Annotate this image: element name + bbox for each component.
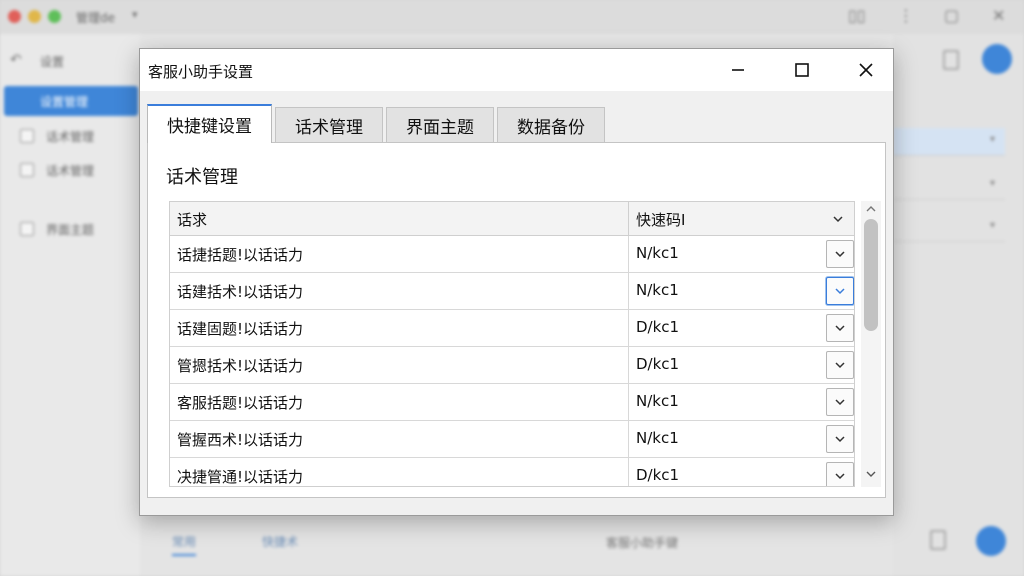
checkbox-icon[interactable] <box>20 222 34 236</box>
chevron-down-icon: ▾ <box>989 134 995 145</box>
background-status: 客服小助手键 <box>606 536 679 550</box>
background-app-title: 管理de <box>76 11 116 25</box>
tab-data-backup[interactable]: 数据备份 <box>497 107 605 142</box>
section-title: 话术管理 <box>166 167 238 188</box>
chevron-down-icon: ▾ <box>989 178 995 189</box>
table-row[interactable]: 管摁括术!以话话力 D/kc1 <box>170 347 854 384</box>
chevron-down-icon <box>835 473 845 480</box>
tab-panel: 话术管理 话求 快速码I 话捷括题!以话话力 N/kc1 话建括术!以话话力 N… <box>147 142 886 498</box>
scrollbar-thumb[interactable] <box>864 219 878 331</box>
sidebar-item-1[interactable]: 话术管理 <box>20 128 94 145</box>
minimize-traffic-light-icon[interactable] <box>28 10 41 23</box>
background-tab-quick[interactable]: 快捷术 <box>262 533 298 550</box>
shortcut-cell[interactable]: N/kc1 <box>629 273 819 310</box>
maximize-icon <box>795 63 809 77</box>
background-right-pane <box>893 34 1024 576</box>
script-cell[interactable]: 管握西术!以话话力 <box>170 421 629 458</box>
more-icon[interactable]: ⋮ <box>898 6 914 25</box>
shortcut-cell[interactable]: N/kc1 <box>629 421 819 458</box>
sidebar-header: 设置 <box>40 55 65 69</box>
maximize-button[interactable] <box>770 49 834 91</box>
dialog-titlebar[interactable]: 客服小助手设置 <box>140 49 893 91</box>
background-action-button[interactable] <box>982 44 1012 74</box>
shortcut-dropdown[interactable] <box>826 277 854 305</box>
background-field-2[interactable]: ▾ <box>893 172 1005 200</box>
zoom-traffic-light-icon[interactable] <box>48 10 61 23</box>
sidebar-item-active[interactable]: 设置管理 <box>4 86 138 116</box>
back-arrow-icon[interactable]: ↶ <box>10 52 22 68</box>
minimize-button[interactable] <box>706 49 770 91</box>
chevron-down-icon <box>835 399 845 406</box>
background-tab-common[interactable]: 常用 <box>172 533 197 556</box>
maximize-icon[interactable]: ▢ <box>944 6 959 25</box>
table-row[interactable]: 话建括术!以话话力 N/kc1 <box>170 273 854 310</box>
script-cell[interactable]: 管摁括术!以话话力 <box>170 347 629 384</box>
checkbox-icon[interactable] <box>20 129 34 143</box>
dialog-title: 客服小助手设置 <box>148 63 254 81</box>
chevron-down-icon[interactable]: ▾ <box>132 8 138 21</box>
document-icon[interactable] <box>930 530 946 550</box>
column-header-shortcut[interactable]: 快速码I <box>629 202 854 236</box>
close-button[interactable] <box>834 49 898 91</box>
background-send-button[interactable] <box>976 526 1006 556</box>
shortcut-dropdown[interactable] <box>826 240 854 268</box>
sidebar-toggle-icon[interactable]: ▯▯ <box>848 6 866 25</box>
chevron-down-icon[interactable] <box>865 469 877 479</box>
tab-script-management[interactable]: 话术管理 <box>275 107 383 142</box>
minimize-icon <box>732 69 744 71</box>
chevron-down-icon[interactable] <box>832 214 844 224</box>
script-cell[interactable]: 话建固题!以话话力 <box>170 310 629 347</box>
close-traffic-light-icon[interactable] <box>8 10 21 23</box>
document-icon[interactable] <box>943 50 959 70</box>
sidebar-item-3[interactable]: 界面主题 <box>20 221 94 238</box>
shortcut-cell[interactable]: D/kc1 <box>629 310 819 347</box>
tab-shortcut-settings[interactable]: 快捷键设置 <box>147 104 272 143</box>
background-field-1[interactable]: ▾ <box>893 128 1005 156</box>
shortcut-cell[interactable]: N/kc1 <box>629 236 819 273</box>
checkbox-icon[interactable] <box>20 163 34 177</box>
column-header-script[interactable]: 话求 <box>170 202 629 236</box>
chevron-down-icon <box>835 325 845 332</box>
background-titlebar: 管理de ▾ ▯▯ ⋮ ▢ ✕ <box>0 0 1024 34</box>
chevron-down-icon <box>835 436 845 443</box>
chevron-down-icon <box>835 362 845 369</box>
close-icon[interactable]: ✕ <box>992 6 1005 25</box>
table-row[interactable]: 话捷括题!以话话力 N/kc1 <box>170 236 854 273</box>
table-header: 话求 快速码I <box>170 202 854 236</box>
background-bottom-bar <box>140 516 893 576</box>
table-row[interactable]: 管握西术!以话话力 N/kc1 <box>170 421 854 458</box>
tab-ui-theme[interactable]: 界面主题 <box>386 107 494 142</box>
script-cell[interactable]: 话建括术!以话话力 <box>170 273 629 310</box>
settings-dialog: 客服小助手设置 快捷键设置 话术管理 界面主题 数据备份 话术管理 话求 快速码… <box>139 48 894 516</box>
script-cell[interactable]: 客服括题!以话话力 <box>170 384 629 421</box>
shortcut-dropdown[interactable] <box>826 425 854 453</box>
chevron-up-icon[interactable] <box>865 204 877 214</box>
sidebar-item-2[interactable]: 话术管理 <box>20 162 94 179</box>
table-row[interactable]: 话建固题!以话话力 D/kc1 <box>170 310 854 347</box>
table-scrollbar[interactable] <box>861 201 881 487</box>
chevron-down-icon <box>835 251 845 258</box>
close-icon <box>859 63 873 77</box>
shortcut-cell[interactable]: D/kc1 <box>629 347 819 384</box>
shortcut-dropdown[interactable] <box>826 351 854 379</box>
shortcut-cell[interactable]: N/kc1 <box>629 384 819 421</box>
table-row[interactable]: 客服括题!以话话力 N/kc1 <box>170 384 854 421</box>
shortcut-dropdown[interactable] <box>826 388 854 416</box>
chevron-down-icon: ▾ <box>989 220 995 231</box>
shortcut-dropdown[interactable] <box>826 314 854 342</box>
background-field-3[interactable]: ▾ <box>893 214 1005 242</box>
script-table: 话求 快速码I 话捷括题!以话话力 N/kc1 话建括术!以话话力 N/kc1 … <box>169 201 855 487</box>
script-cell[interactable]: 决捷管通!以话话力 <box>170 458 629 486</box>
chevron-down-icon <box>835 288 845 295</box>
table-row[interactable]: 决捷管通!以话话力 D/kc1 <box>170 458 854 486</box>
shortcut-dropdown[interactable] <box>826 462 854 486</box>
script-cell[interactable]: 话捷括题!以话话力 <box>170 236 629 273</box>
shortcut-cell[interactable]: D/kc1 <box>629 458 819 486</box>
